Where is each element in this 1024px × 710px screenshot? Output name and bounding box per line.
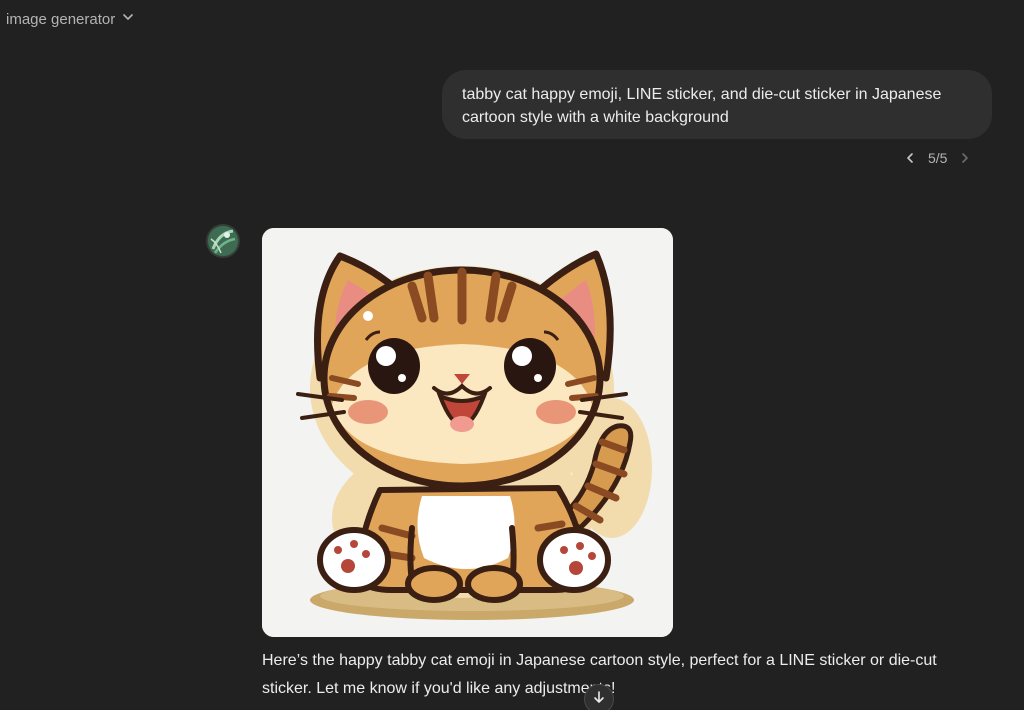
- generated-image[interactable]: [262, 228, 673, 637]
- user-message-text: tabby cat happy emoji, LINE sticker, and…: [462, 86, 942, 126]
- model-selector[interactable]: image generator: [6, 10, 135, 28]
- scroll-to-bottom-button[interactable]: [584, 684, 614, 710]
- chevron-down-icon: [121, 10, 135, 28]
- assistant-avatar-icon: [206, 224, 240, 258]
- chat-page: image generator tabby cat happy emoji, L…: [0, 0, 1024, 710]
- user-message-bubble: tabby cat happy emoji, LINE sticker, and…: [442, 70, 992, 139]
- chevron-right-icon[interactable]: [955, 148, 975, 168]
- message-version-pager: 5/5: [900, 148, 975, 168]
- assistant-message-text: Here’s the happy tabby cat emoji in Japa…: [262, 652, 937, 697]
- tabby-cat-sticker-illustration: [262, 228, 673, 637]
- arrow-down-icon: [592, 690, 606, 709]
- chevron-left-icon[interactable]: [900, 148, 920, 168]
- model-name: image generator: [6, 10, 116, 28]
- version-counter: 5/5: [928, 150, 948, 166]
